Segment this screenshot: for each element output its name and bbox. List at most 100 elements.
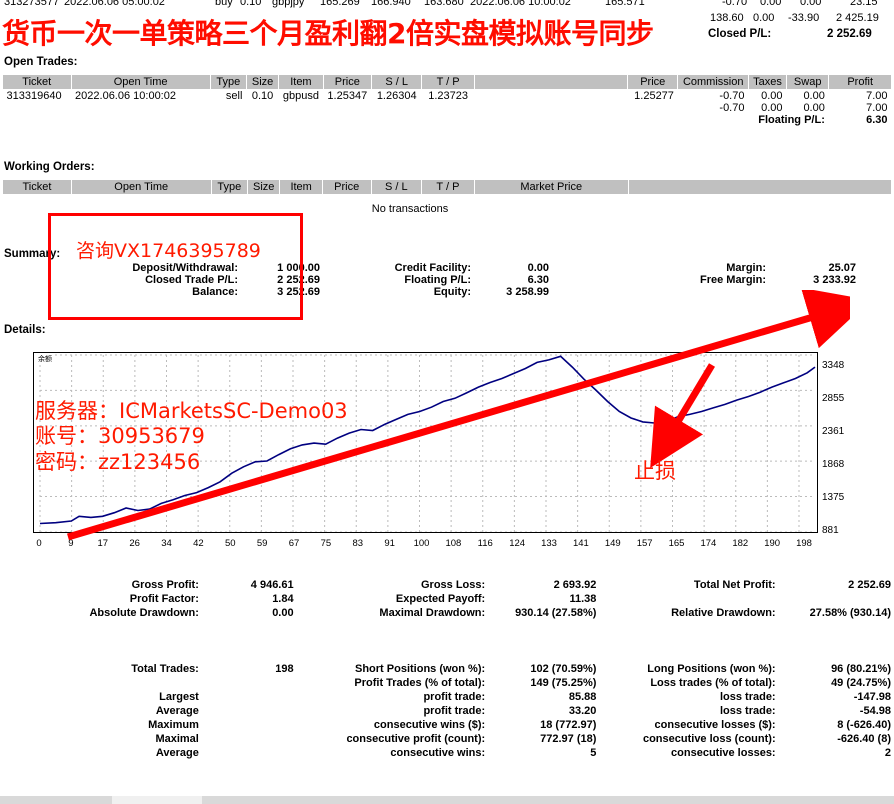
bottom-scrollbar[interactable] [0, 796, 894, 804]
table-totals-row: -0.70 0.00 0.00 7.00 [2, 102, 892, 114]
summary-value: 3 233.92 [813, 274, 856, 286]
col-type[interactable]: Type [209, 74, 247, 90]
col-close-price[interactable]: Price [627, 74, 679, 90]
wo-col-ticket[interactable]: Ticket [2, 179, 72, 195]
stats-trades-block: Total Trades: 198 Short Positions (won %):… [0, 662, 894, 760]
stats-label: Profit Trades (% of total): [354, 677, 486, 689]
ct-total-swap: -33.90 [788, 12, 820, 24]
ct-price: 165.269 [320, 0, 360, 8]
x-tick-label: 165 [668, 538, 685, 549]
y-tick-label: 1375 [822, 492, 845, 503]
stats-value: -626.40 (8) [837, 733, 891, 745]
wo-col-type[interactable]: Type [210, 179, 249, 195]
floating-pl-label: Floating P/L: [748, 114, 829, 126]
cell-size: 0.10 [246, 89, 279, 102]
cell-open-time: 2022.06.06 10:00:02 [71, 89, 211, 102]
stats-row: Profit Trades (% of total): 149 (75.25%) L… [0, 676, 894, 690]
col-size[interactable]: Size [245, 74, 280, 90]
stats-row: Profit Factor: 1.84 Expected Payoff: 11.38 [0, 592, 894, 606]
col-tp[interactable]: T / P [421, 74, 475, 90]
x-tick-label: 34 [161, 538, 172, 549]
stats-label: Loss trades (% of total): [650, 677, 776, 689]
wo-col-sl[interactable]: S / L [370, 179, 423, 195]
wo-col-market-price[interactable]: Market Price [473, 179, 629, 195]
x-tick-label: 174 [700, 538, 717, 549]
summary-label: Free Margin: [699, 274, 766, 286]
wo-col-open-time[interactable]: Open Time [70, 179, 212, 195]
contact-annotation: 咨询VX1746395789 [76, 240, 261, 262]
stats-label: Largest [159, 691, 199, 703]
password-annotation: 密码：zz123456 [35, 450, 201, 474]
stats-label: consecutive loss (count): [642, 733, 776, 745]
summary-value: 25.07 [828, 262, 856, 274]
stats-value: 49 (24.75%) [831, 677, 891, 689]
stats-label: Absolute Drawdown: [89, 607, 199, 619]
stats-label: loss trade: [719, 691, 776, 703]
chart-y-axis: 3348 2855 2361 1868 1375 881 [822, 352, 862, 536]
summary-value: 0.00 [527, 262, 549, 274]
stats-label: Short Positions (won %): [355, 663, 486, 675]
stats-row: Maximum consecutive wins ($): 18 (772.97) c… [0, 718, 894, 732]
stats-label: Gross Loss: [420, 579, 486, 591]
cell-type: sell [210, 89, 247, 102]
scrollbar-track-left[interactable] [0, 796, 112, 804]
wo-col-size[interactable]: Size [246, 179, 281, 195]
x-tick-label: 50 [224, 538, 236, 549]
wo-col-blank[interactable] [627, 179, 893, 195]
wo-col-price[interactable]: Price [321, 179, 372, 195]
summary-value: 6.30 [527, 274, 549, 286]
stoploss-annotation: 止损 [634, 459, 676, 483]
closed-pl-value: 2 252.69 [827, 28, 872, 40]
x-tick-label: 9 [68, 538, 74, 549]
x-tick-label: 100 [413, 538, 430, 549]
stats-label: Average [155, 747, 199, 759]
col-price[interactable]: Price [322, 74, 373, 90]
col-ticket[interactable]: Ticket [2, 74, 72, 90]
col-swap[interactable]: Swap [786, 74, 830, 90]
stats-value: 1.84 [272, 593, 294, 605]
stats-value [202, 704, 297, 718]
col-taxes[interactable]: Taxes [747, 74, 788, 90]
cell-profit: 7.00 [828, 89, 892, 102]
ct-commission: -0.70 [722, 0, 748, 8]
stats-summary-block: Gross Profit: 4 946.61 Gross Loss: 2 693.92… [0, 578, 894, 620]
stats-row: Gross Profit: 4 946.61 Gross Loss: 2 693.92… [0, 578, 894, 592]
ct-taxes: 0.00 [760, 0, 782, 8]
col-profit[interactable]: Profit [828, 74, 892, 90]
y-tick-label: 3348 [822, 360, 845, 371]
scrollbar-thumb[interactable] [112, 796, 202, 804]
total-taxes: 0.00 [748, 102, 787, 114]
stats-label: consecutive losses ($): [654, 719, 776, 731]
details-title: Details: [4, 324, 46, 336]
cell-taxes: 0.00 [748, 89, 787, 102]
stats-value: 102 (70.59%) [530, 663, 597, 675]
stats-value [202, 676, 297, 690]
summary-mid-col: Credit Facility: 0.00 Floating P/L: 6.30… [345, 240, 553, 298]
working-orders-title: Working Orders: [4, 161, 95, 173]
col-sl[interactable]: S / L [370, 74, 423, 90]
stats-label: consecutive wins: [390, 747, 486, 759]
stats-label: profit trade: [423, 691, 486, 703]
col-item[interactable]: Item [278, 74, 324, 90]
wo-col-tp[interactable]: T / P [421, 179, 475, 195]
table-row[interactable]: 313319640 2022.06.06 10:00:02 sell 0.10 … [2, 89, 892, 102]
chart-x-axis: 0 9 17 26 34 42 50 59 67 75 83 91 100 108 116 124 133 141… [33, 538, 818, 552]
promo-banner: 货币一次一单策略三个月盈利翻2倍实盘模拟账号同步 [2, 17, 654, 50]
cell-spacer [474, 89, 628, 102]
stats-value: 2 693.92 [553, 579, 597, 591]
stats-value [779, 592, 894, 606]
col-commission[interactable]: Commission [677, 74, 749, 90]
stats-label: loss trade: [719, 705, 776, 717]
clipped-previous-row: 313273577 2022.06.06 05:00:02 buy 0.10 g… [0, 0, 894, 10]
ct-close-price: 165.571 [605, 0, 645, 8]
wo-col-item[interactable]: Item [279, 179, 323, 195]
stats-label: Maximal [155, 733, 199, 745]
stats-value: 0.00 [272, 607, 294, 619]
x-tick-label: 0 [36, 538, 42, 549]
col-open-time[interactable]: Open Time [70, 74, 211, 90]
ct-sl: 166.940 [371, 0, 411, 8]
col-spacer[interactable] [473, 74, 629, 90]
x-tick-label: 190 [764, 538, 781, 549]
stats-value: 18 (772.97) [540, 719, 597, 731]
ct-type: buy [215, 0, 233, 8]
